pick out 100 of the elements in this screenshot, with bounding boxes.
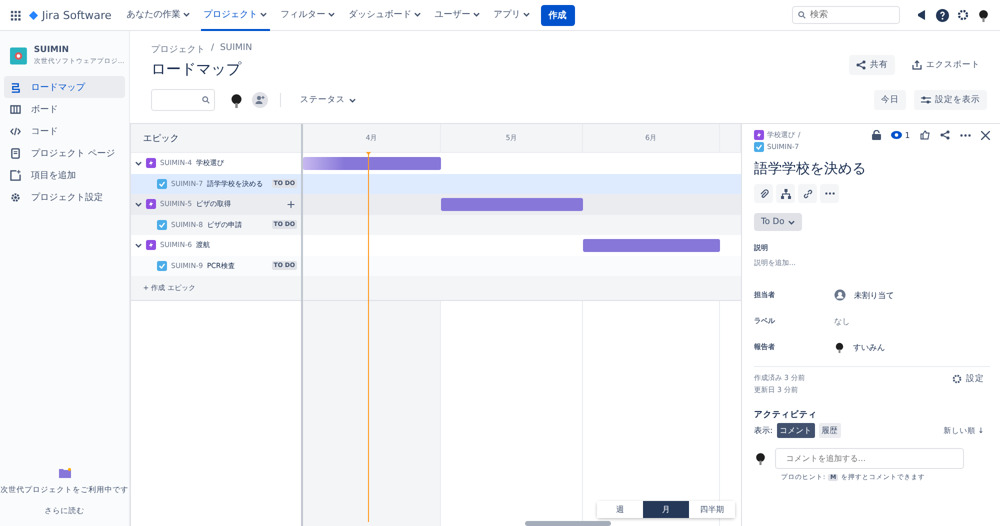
issue-title: 語学学校を決める: [754, 160, 867, 178]
search-icon: [798, 11, 806, 19]
sidebar-item[interactable]: プロジェクト ページ: [4, 142, 125, 164]
help-icon[interactable]: [936, 8, 949, 22]
breadcrumb-link[interactable]: SUIMIN: [220, 43, 252, 56]
profile-avatar[interactable]: [977, 8, 990, 22]
nav-menu[interactable]: アプリ: [490, 0, 533, 30]
sidebar-item[interactable]: プロジェクト設定: [4, 186, 125, 208]
chevron-down-icon[interactable]: [522, 10, 530, 18]
search-icon: [202, 96, 210, 104]
user-avatar[interactable]: [229, 92, 244, 108]
checkbox-icon: [157, 220, 167, 230]
share-icon: [856, 60, 866, 70]
project-name: SUIMIN: [34, 45, 70, 55]
eye-icon: [890, 131, 902, 139]
status-filter[interactable]: ステータス: [293, 90, 363, 110]
lightning-icon: [146, 199, 156, 210]
watch-button[interactable]: 1: [890, 130, 910, 140]
link-icon: [802, 188, 812, 198]
field-value: すいみん: [853, 342, 885, 352]
breadcrumb-separator: /: [211, 43, 214, 55]
breadcrumb-link[interactable]: プロジェクト: [151, 43, 205, 56]
code-icon: [10, 126, 21, 136]
search-field[interactable]: [151, 89, 215, 111]
lightning-icon: [146, 240, 156, 250]
sliders-icon: [921, 95, 931, 105]
column-header: エピック: [131, 124, 301, 153]
epic-bar[interactable]: [303, 156, 441, 170]
share-button[interactable]: 共有: [849, 55, 895, 75]
chevron-down-icon[interactable]: [414, 10, 421, 18]
sidebar-item[interactable]: コード: [4, 120, 125, 142]
folder-icon: [58, 468, 70, 478]
create-button[interactable]: 作成: [540, 4, 575, 26]
project-avatar-icon: [10, 46, 27, 64]
attach-button[interactable]: [754, 184, 773, 203]
chevron-down-icon[interactable]: [135, 160, 142, 167]
close-icon[interactable]: [981, 130, 990, 140]
epic-bar[interactable]: [441, 198, 583, 211]
nav-menu[interactable]: あなたの作業: [124, 0, 193, 30]
lock-icon[interactable]: [872, 130, 881, 140]
export-button[interactable]: エクスポート: [905, 55, 987, 75]
hierarchy-icon: [780, 188, 790, 198]
chevron-down-icon[interactable]: [349, 96, 356, 104]
gear-icon: [10, 192, 21, 202]
field-value: 未割り当て: [854, 290, 894, 300]
person-icon: [834, 289, 846, 301]
add-item-icon: [10, 170, 21, 180]
avatar-icon: [834, 342, 845, 352]
page-icon: [10, 148, 21, 158]
chevron-down-icon[interactable]: [135, 200, 142, 208]
show-label: 表示:: [754, 425, 773, 436]
nav-menu[interactable]: プロジェクト: [200, 0, 270, 30]
checkbox-icon: [754, 142, 764, 152]
chevron-down-icon[interactable]: [328, 10, 335, 18]
add-button[interactable]: +: [285, 198, 297, 211]
add-person-icon[interactable]: [252, 92, 268, 108]
jira-logo: Jira Software: [29, 8, 112, 22]
more-button[interactable]: [820, 184, 839, 203]
more-icon: [824, 192, 834, 195]
nav-menu[interactable]: ユーザー: [432, 0, 483, 30]
sidebar-item[interactable]: ロードマップ: [4, 76, 125, 98]
status-dropdown[interactable]: To Do: [754, 213, 802, 231]
field-value: なし: [834, 316, 850, 326]
app-grid-icon[interactable]: [10, 10, 21, 20]
comment-field[interactable]: コメントを追加する...: [775, 448, 964, 469]
checkbox-icon: [157, 178, 167, 189]
activity-tab[interactable]: 履歴: [818, 423, 841, 438]
child-issue-button[interactable]: [776, 184, 795, 203]
chevron-down-icon[interactable]: [260, 10, 267, 18]
thumbs-up-icon[interactable]: [920, 130, 930, 140]
lightning-icon: [146, 158, 156, 168]
today-button[interactable]: 今日: [874, 90, 906, 110]
scrollbar[interactable]: [525, 521, 611, 526]
epic-bar[interactable]: [583, 238, 720, 252]
zoom-option[interactable]: 月: [643, 501, 689, 518]
settings-icon[interactable]: [957, 9, 969, 21]
roadmap-icon: [10, 82, 21, 92]
chevron-down-icon[interactable]: [135, 242, 142, 249]
gear-icon: [952, 374, 962, 384]
more-icon[interactable]: [960, 134, 971, 136]
configure-button[interactable]: 設定: [946, 373, 990, 385]
board-icon: [10, 104, 21, 114]
nav-menu[interactable]: ダッシュボード: [346, 0, 424, 30]
avatar-icon: [754, 452, 767, 465]
checkbox-icon: [157, 260, 167, 271]
zoom-option[interactable]: 週: [597, 501, 643, 518]
nav-menu[interactable]: フィルター: [278, 0, 338, 30]
chevron-down-icon[interactable]: [182, 10, 190, 18]
sidebar-item[interactable]: ボード: [4, 98, 125, 120]
lightning-icon: [754, 130, 764, 140]
view-settings-button[interactable]: 設定を表示: [914, 90, 987, 110]
chevron-down-icon[interactable]: [472, 10, 480, 18]
chevron-down-icon[interactable]: [788, 218, 796, 226]
upload-icon: [912, 60, 922, 70]
section-title: アクティビティ: [754, 409, 818, 421]
zoom-option[interactable]: 四半期: [689, 501, 735, 518]
share-icon[interactable]: [940, 130, 950, 140]
link-button[interactable]: [798, 184, 817, 203]
activity-tab[interactable]: コメント: [776, 423, 815, 438]
sidebar-item[interactable]: 項目を追加: [4, 164, 125, 186]
